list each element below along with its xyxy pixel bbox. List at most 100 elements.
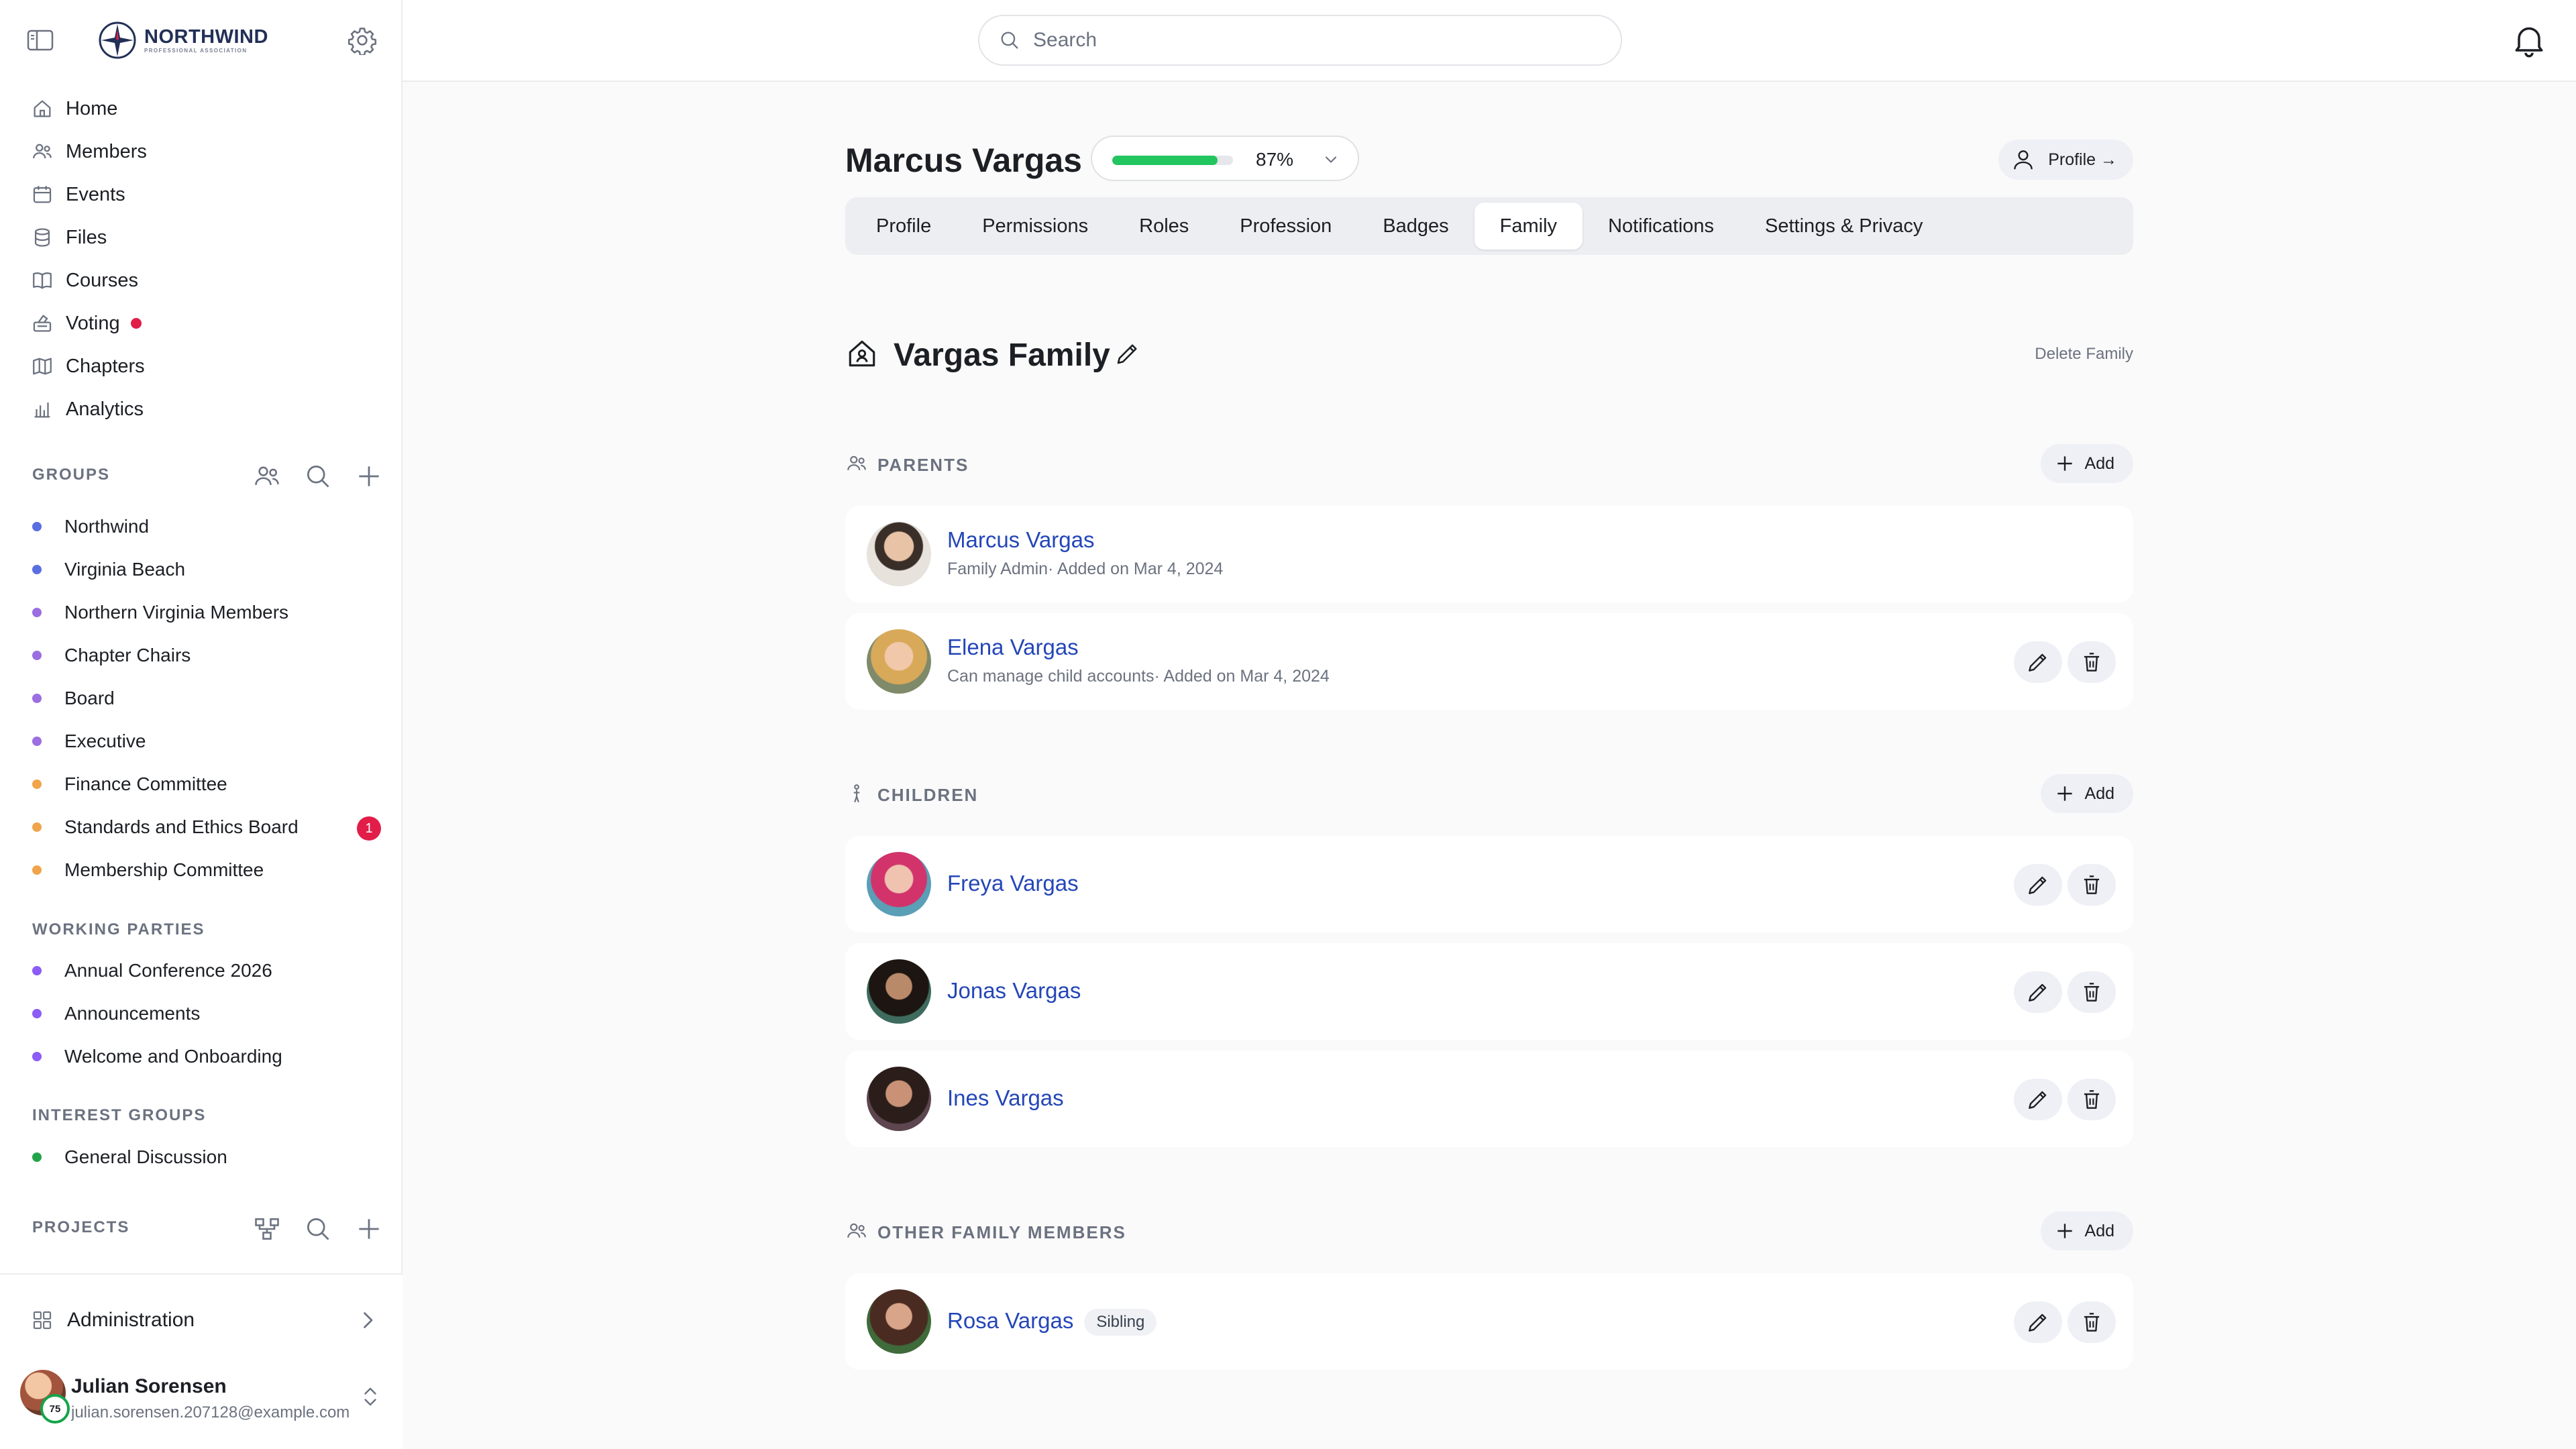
nav-item-files[interactable]: Files bbox=[0, 216, 402, 259]
search-bar[interactable] bbox=[978, 15, 1622, 66]
nav-label: Events bbox=[66, 183, 125, 205]
delete-family-link[interactable]: Delete Family bbox=[2035, 345, 2133, 364]
group-color-dot bbox=[32, 694, 42, 703]
group-label: Virginia Beach bbox=[64, 559, 186, 580]
member-name-link[interactable]: Marcus Vargas bbox=[947, 527, 1094, 553]
pencil-icon[interactable] bbox=[1114, 339, 1142, 368]
delete-member-button[interactable] bbox=[2068, 971, 2116, 1013]
member-name-link[interactable]: Freya Vargas bbox=[947, 871, 1079, 896]
group-item[interactable]: Finance Committee bbox=[32, 764, 381, 804]
projects-hierarchy-icon[interactable] bbox=[252, 1214, 282, 1244]
plus-icon bbox=[2057, 786, 2072, 801]
family-content: Marcus Vargas 87% Profile → Profile Perm… bbox=[845, 82, 2133, 1449]
add-parent-button[interactable]: Add bbox=[2040, 444, 2133, 483]
tab-family[interactable]: Family bbox=[1474, 203, 1583, 250]
group-item[interactable]: Northwind bbox=[32, 506, 381, 547]
member-name-link[interactable]: Ines Vargas bbox=[947, 1085, 1064, 1111]
member-card: Ines Vargas bbox=[845, 1051, 2133, 1147]
group-item[interactable]: Chapter Chairs bbox=[32, 635, 381, 676]
gear-icon[interactable] bbox=[347, 25, 377, 55]
group-item[interactable]: Standards and Ethics Board 1 bbox=[32, 807, 381, 847]
member-card: Marcus Vargas Family Admin· Added on Mar… bbox=[845, 506, 2133, 602]
nav-label: Files bbox=[66, 226, 107, 248]
group-item[interactable]: Membership Committee bbox=[32, 850, 381, 890]
relationship-tag: Sibling bbox=[1084, 1309, 1157, 1336]
delete-member-button[interactable] bbox=[2068, 864, 2116, 906]
user-score-badge: 75 bbox=[40, 1394, 70, 1424]
edit-member-button[interactable] bbox=[2014, 971, 2062, 1013]
chevron-down-icon bbox=[1325, 156, 1337, 163]
completion-track bbox=[1112, 156, 1233, 165]
bell-icon[interactable] bbox=[2509, 20, 2549, 60]
nav-item-analytics[interactable]: Analytics bbox=[0, 388, 402, 431]
members-icon bbox=[33, 144, 52, 159]
add-label: Add bbox=[2084, 453, 2114, 473]
group-item[interactable]: Board bbox=[32, 678, 381, 718]
group-label: Chapter Chairs bbox=[64, 645, 191, 665]
interest-group-item[interactable]: General Discussion bbox=[32, 1137, 381, 1177]
tab-notifications[interactable]: Notifications bbox=[1582, 203, 1739, 250]
add-child-button[interactable]: Add bbox=[2040, 774, 2133, 813]
trash-icon bbox=[2084, 1090, 2100, 1109]
group-item[interactable]: Executive bbox=[32, 721, 381, 761]
user-name: Julian Sorensen bbox=[71, 1375, 227, 1397]
working-party-item[interactable]: Welcome and Onboarding bbox=[32, 1036, 381, 1077]
member-name-link[interactable]: Elena Vargas bbox=[947, 635, 1079, 660]
projects-search-icon[interactable] bbox=[303, 1214, 333, 1244]
tab-permissions[interactable]: Permissions bbox=[957, 203, 1114, 250]
nav-item-voting[interactable]: Voting bbox=[0, 302, 402, 345]
member-name-link[interactable]: Jonas Vargas bbox=[947, 978, 1081, 1004]
group-item[interactable]: Northern Virginia Members bbox=[32, 592, 381, 633]
other-members-section-header: OTHER FAMILY MEMBERS Add bbox=[845, 1212, 2133, 1252]
working-party-label: Welcome and Onboarding bbox=[64, 1046, 282, 1067]
family-header: Vargas Family Delete Family bbox=[845, 330, 2133, 377]
group-color-dot bbox=[32, 1052, 42, 1061]
delete-member-button[interactable] bbox=[2068, 1301, 2116, 1343]
add-label: Add bbox=[2084, 1221, 2114, 1240]
nav-label: Analytics bbox=[66, 398, 144, 420]
nav-item-home[interactable]: Home bbox=[0, 87, 402, 130]
groups-members-icon[interactable] bbox=[252, 462, 282, 491]
nav-item-courses[interactable]: Courses bbox=[0, 259, 402, 302]
tab-profile[interactable]: Profile bbox=[851, 203, 957, 250]
nav-item-chapters[interactable]: Chapters bbox=[0, 345, 402, 388]
tab-roles[interactable]: Roles bbox=[1114, 203, 1214, 250]
groups-search-icon[interactable] bbox=[303, 462, 333, 491]
projects-add-icon[interactable] bbox=[354, 1214, 384, 1244]
tab-profession[interactable]: Profession bbox=[1214, 203, 1357, 250]
interest-groups-heading: INTEREST GROUPS bbox=[32, 1106, 207, 1124]
nav-item-members[interactable]: Members bbox=[0, 130, 402, 173]
tab-badges[interactable]: Badges bbox=[1357, 203, 1474, 250]
working-party-item[interactable]: Annual Conference 2026 bbox=[32, 951, 381, 991]
top-bar bbox=[402, 0, 2576, 80]
tab-settings-privacy[interactable]: Settings & Privacy bbox=[1739, 203, 1948, 250]
brand-logo[interactable]: NORTHWIND PROFESSIONAL ASSOCIATION bbox=[97, 20, 268, 60]
family-home-icon bbox=[849, 340, 875, 367]
analytics-icon bbox=[34, 402, 50, 418]
edit-member-button[interactable] bbox=[2014, 864, 2062, 906]
sidebar-toggle-icon[interactable] bbox=[25, 27, 55, 54]
search-input[interactable] bbox=[1033, 29, 1570, 52]
users-icon bbox=[847, 455, 866, 471]
delete-member-button[interactable] bbox=[2068, 641, 2116, 683]
edit-member-button[interactable] bbox=[2014, 1301, 2062, 1343]
nav-item-events[interactable]: Events bbox=[0, 173, 402, 216]
member-name-link[interactable]: Rosa Vargas bbox=[947, 1308, 1073, 1333]
group-label: Northern Virginia Members bbox=[64, 602, 289, 623]
working-party-item[interactable]: Announcements bbox=[32, 994, 381, 1034]
profile-tabs: Profile Permissions Roles Profession Bad… bbox=[845, 197, 2133, 255]
groups-tools bbox=[231, 460, 384, 492]
groups-add-icon[interactable] bbox=[354, 462, 384, 491]
delete-member-button[interactable] bbox=[2068, 1079, 2116, 1120]
edit-member-button[interactable] bbox=[2014, 641, 2062, 683]
trash-icon bbox=[2084, 653, 2100, 672]
user-menu[interactable]: 75 Julian Sorensen julian.sorensen.20712… bbox=[20, 1362, 382, 1429]
add-other-member-button[interactable]: Add bbox=[2040, 1212, 2133, 1250]
group-item[interactable]: Virginia Beach bbox=[32, 549, 381, 590]
administration-link[interactable]: Administration bbox=[31, 1300, 380, 1340]
profile-button[interactable]: Profile → bbox=[1998, 140, 2133, 180]
profile-completion-dropdown[interactable]: 87% bbox=[1091, 136, 1359, 181]
completion-fill bbox=[1112, 156, 1218, 165]
nav-label: Courses bbox=[66, 269, 138, 291]
edit-member-button[interactable] bbox=[2014, 1079, 2062, 1120]
